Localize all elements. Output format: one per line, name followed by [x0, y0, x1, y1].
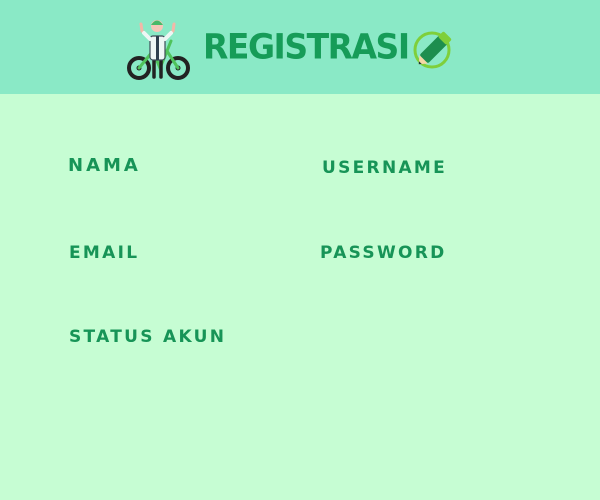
cyclist-icon [125, 15, 193, 83]
status-akun-label: STATUS AKUN [69, 327, 227, 347]
nama-label: NAMA [68, 155, 141, 176]
username-label: USERNAME [322, 158, 448, 178]
password-label: PASSWORD [320, 243, 447, 263]
header-bar: REGISTRASI [0, 0, 600, 94]
email-label: EMAIL [69, 243, 140, 263]
pencil-icon[interactable] [411, 26, 457, 72]
page-title: REGISTRASI [203, 26, 410, 67]
